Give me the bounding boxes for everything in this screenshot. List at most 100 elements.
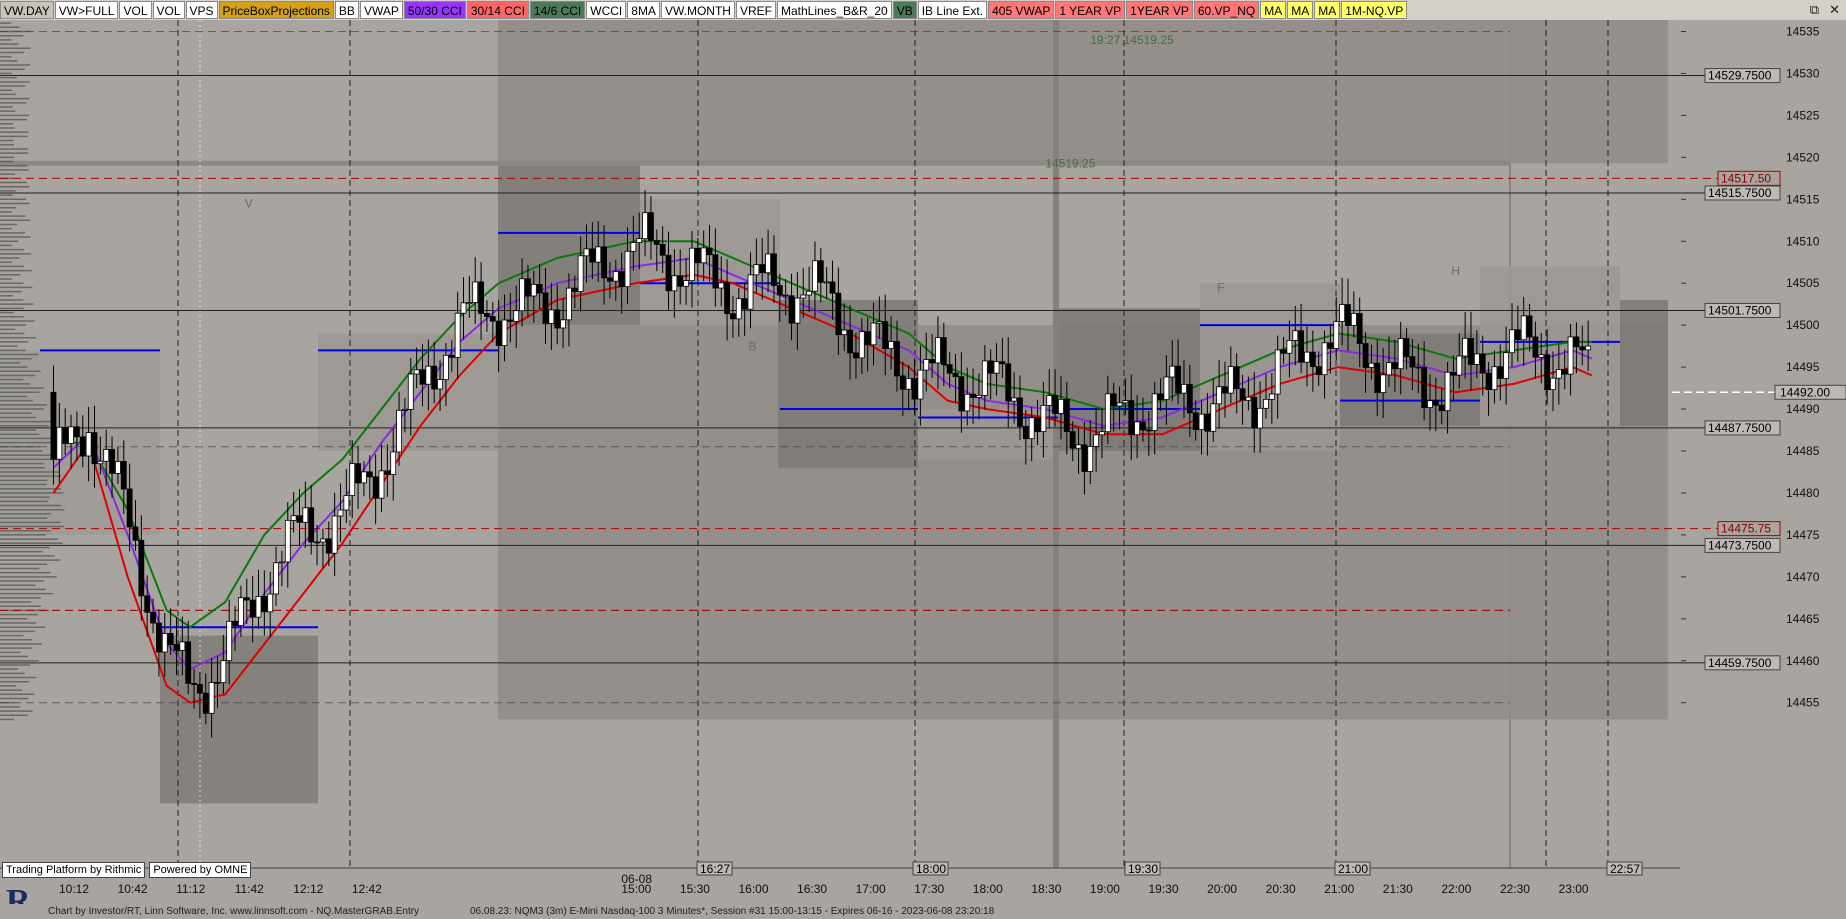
toolbar-button[interactable]: WCCI [586, 1, 627, 19]
toolbar-button[interactable]: VPS [185, 1, 218, 19]
toolbar-button[interactable]: VW.DAY [0, 1, 54, 19]
candle-body [103, 449, 110, 462]
toolbar-button[interactable]: 1YEAR VP [1126, 1, 1193, 19]
price-tick-label: 14530 [1786, 66, 1820, 80]
toolbar-button[interactable]: VOL [119, 1, 152, 19]
candle-body [1550, 377, 1556, 391]
candle-body [1116, 402, 1123, 407]
candle-body [197, 684, 203, 694]
candle-body [443, 354, 449, 380]
candle-body [1052, 395, 1059, 414]
toolbar-button[interactable]: BB [334, 1, 359, 19]
toolbar-button[interactable]: 14/6 CCI [529, 1, 586, 19]
candle-body [870, 322, 877, 346]
close-icon[interactable]: ✕ [1829, 0, 1840, 20]
candle-body [935, 337, 941, 364]
period-letter: V [245, 197, 253, 211]
toolbar-button[interactable]: 30/14 CCI [466, 1, 529, 19]
candle-body [255, 596, 262, 618]
candle-body [841, 329, 848, 336]
candle-body [1005, 363, 1012, 402]
candle-body [806, 290, 812, 296]
candle-body [1403, 338, 1410, 358]
toolbar-button[interactable]: 405 VWAP [988, 1, 1055, 19]
candle-body [1040, 404, 1047, 432]
candle-body [1263, 398, 1269, 409]
toolbar-button[interactable]: IB Line Ext. [917, 1, 988, 19]
candle-body [1251, 396, 1258, 429]
candle-body [150, 611, 156, 624]
candle-body [1555, 369, 1562, 379]
period-letter: F [1217, 281, 1224, 295]
price-tick-label: 14515 [1786, 192, 1820, 206]
toolbar-button[interactable]: MA [1314, 1, 1341, 19]
candle-body [97, 460, 104, 465]
price-tick-label: 14505 [1786, 276, 1820, 290]
toolbar-button[interactable]: 60.VP_NQ [1193, 1, 1260, 19]
toolbar-button[interactable]: MA [1287, 1, 1314, 19]
date-tick-label: 06-08 [621, 872, 652, 886]
candle-body [724, 282, 730, 315]
candle-body [507, 319, 514, 322]
candle-body [548, 309, 555, 324]
toolbar-button[interactable]: VW>FULL [54, 1, 119, 19]
candle-body [1210, 403, 1217, 432]
toolbar-button[interactable]: VOL [152, 1, 185, 19]
candle-body [1345, 304, 1351, 326]
candle-body [1104, 393, 1111, 433]
toolbar-button[interactable]: VREF [735, 1, 776, 19]
candle-body [730, 313, 736, 320]
candle-body [589, 248, 596, 263]
candle-body [882, 321, 889, 349]
candle-body [185, 641, 192, 684]
candle-body [1309, 351, 1316, 368]
candle-body [753, 264, 760, 276]
candle-body [1374, 362, 1381, 393]
status-footer: Chart by Investor/RT, Linn Software, Inc… [0, 904, 1846, 919]
price-tick-label: 14480 [1786, 486, 1820, 500]
candle-body [431, 365, 438, 390]
platform-badges: Trading Platform by Rithmic Powered by O… [2, 862, 252, 878]
toolbar-button[interactable]: MathLines_B&R_20 [776, 1, 892, 19]
footer-credit: Chart by Investor/RT, Linn Software, Inc… [48, 906, 420, 917]
toolbar-button[interactable]: MA [1260, 1, 1287, 19]
candle-body [355, 463, 361, 484]
candle-body [495, 320, 502, 347]
candle-body [267, 593, 274, 613]
toolbar-button[interactable]: VB [892, 1, 917, 19]
toolbar-button[interactable]: 50/30 CCI [403, 1, 466, 19]
candle-body [1169, 365, 1176, 378]
candle-body [1509, 329, 1515, 354]
session-box [160, 635, 318, 804]
candle-body [296, 515, 303, 523]
price-tick-label: 14525 [1786, 108, 1820, 122]
toolbar-button[interactable]: VW.MONTH [660, 1, 735, 19]
candle-body [823, 281, 830, 284]
candle-body [390, 451, 397, 475]
candle-body [759, 264, 766, 274]
toolbar-button[interactable]: 8MA [627, 1, 660, 19]
candle-body [776, 285, 783, 296]
toolbar-button[interactable]: 1 YEAR VP [1055, 1, 1126, 19]
restore-icon[interactable]: ⧉ [1810, 0, 1819, 20]
candle-body [1110, 393, 1117, 407]
candle-body [513, 310, 520, 322]
candle-body [1573, 336, 1580, 348]
toolbar-button[interactable]: VWAP [359, 1, 403, 19]
candle-body [1204, 413, 1211, 432]
candle-body [454, 312, 461, 358]
period-letter: B [748, 339, 756, 353]
candle-body [964, 393, 971, 412]
toolbar-button[interactable]: 1M-NQ.VP [1341, 1, 1408, 19]
candle-body [1327, 342, 1334, 349]
price-chart[interactable]: 14529.7500 14517.5014515.7500 14501.7500 14… [0, 20, 1846, 904]
candle-body [700, 247, 707, 264]
toolbar-button[interactable]: PriceBoxProjections [218, 1, 334, 19]
candle-body [771, 253, 777, 286]
candle-body [648, 212, 654, 241]
candle-body [1268, 393, 1275, 400]
candle-body [232, 620, 238, 626]
candle-body [173, 644, 180, 651]
candle-body [530, 283, 537, 297]
candle-body [1239, 388, 1246, 401]
